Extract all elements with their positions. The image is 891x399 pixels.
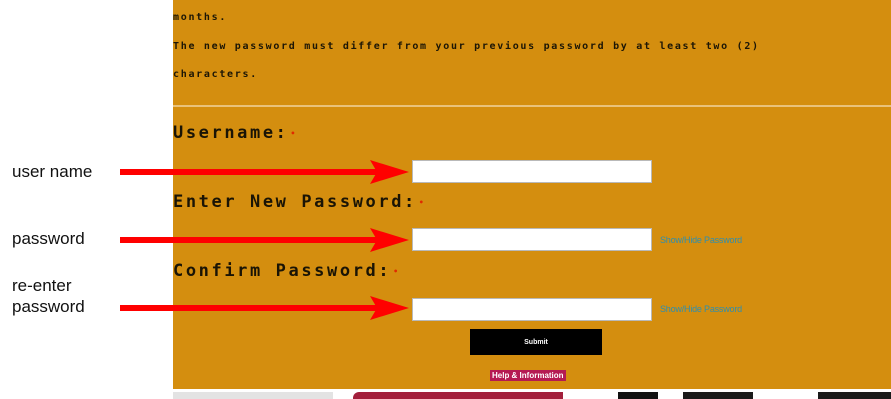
section-divider	[173, 105, 891, 107]
arrow-to-new-password	[120, 228, 409, 252]
required-marker: •	[393, 266, 399, 276]
footer-block	[818, 392, 891, 399]
new-password-label: Enter New Password: •	[173, 192, 424, 212]
confirm-password-label: Confirm Password: •	[173, 261, 398, 281]
submit-button[interactable]: Submit	[470, 329, 602, 355]
new-password-label-text: Enter New Password:	[173, 192, 417, 212]
show-hide-confirm-password-link[interactable]: Show/Hide Password	[660, 304, 742, 314]
confirm-password-label-text: Confirm Password:	[173, 261, 392, 281]
required-marker: •	[290, 128, 296, 138]
footer-block	[173, 392, 333, 399]
arrow-to-confirm-password	[120, 296, 409, 320]
footer-banner-image	[353, 392, 563, 399]
instruction-line-3: characters.	[173, 69, 258, 80]
username-label-text: Username:	[173, 123, 289, 143]
new-password-input[interactable]	[412, 228, 652, 251]
help-information-link[interactable]: Help & Information	[490, 370, 566, 381]
annotation-password: password	[12, 229, 85, 248]
username-label: Username: •	[173, 123, 295, 143]
footer-strip	[173, 389, 891, 399]
password-form-panel: months. The new password must differ fro…	[173, 0, 891, 389]
required-marker: •	[418, 197, 424, 207]
confirm-password-input[interactable]	[412, 298, 652, 321]
annotation-reenter-line2: password	[12, 297, 85, 316]
instruction-line-2: The new password must differ from your p…	[173, 41, 760, 52]
instruction-line-1: months.	[173, 12, 228, 23]
footer-block	[683, 392, 753, 399]
show-hide-new-password-link[interactable]: Show/Hide Password	[660, 235, 742, 245]
arrow-to-username	[120, 160, 409, 184]
footer-block	[618, 392, 658, 399]
annotation-user-name: user name	[12, 162, 93, 181]
username-input[interactable]	[412, 160, 652, 183]
annotation-reenter-line1: re-enter	[12, 276, 72, 295]
